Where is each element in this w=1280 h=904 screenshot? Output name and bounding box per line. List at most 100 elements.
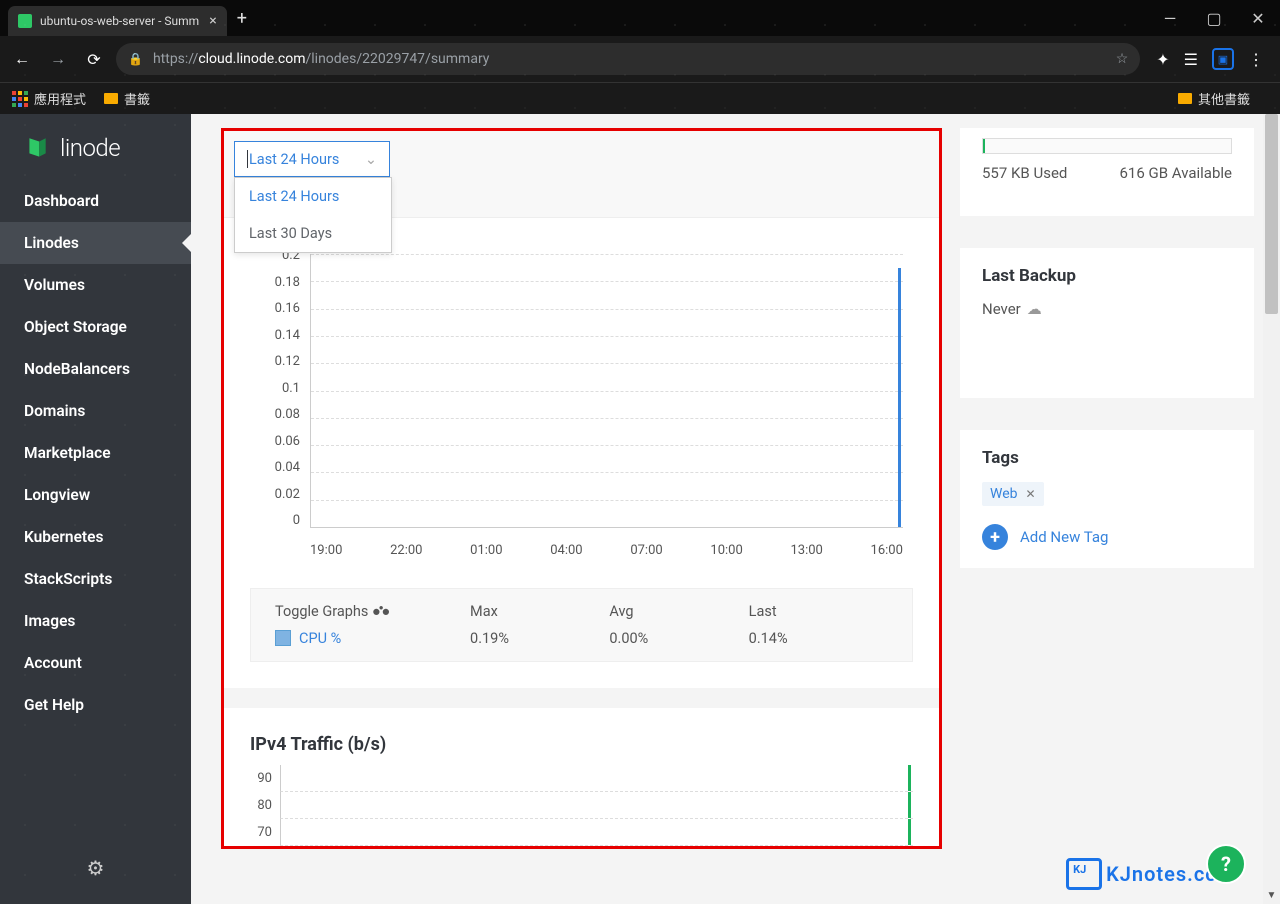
help-fab[interactable]: ?	[1206, 844, 1246, 884]
last-backup-heading: Last Backup	[982, 266, 1232, 286]
other-bookmarks[interactable]: 其他書籤	[1178, 89, 1250, 108]
col-last: Last	[749, 603, 888, 620]
sidebar-item-object-storage[interactable]: Object Storage	[0, 306, 191, 348]
scrollbar-thumb[interactable]	[1265, 114, 1278, 314]
time-option-24h[interactable]: Last 24 Hours	[235, 178, 391, 215]
browser-tab[interactable]: ubuntu-os-web-server - Summ ×	[8, 6, 227, 36]
y-tick: 0.12	[250, 354, 300, 369]
storage-card: 557 KB Used 616 GB Available	[960, 128, 1254, 216]
storage-available: 616 GB Available	[1119, 164, 1232, 182]
reading-list-icon[interactable]: ☰	[1184, 50, 1198, 69]
y-tick: 0.04	[250, 460, 300, 475]
url-protocol: https://	[153, 51, 198, 67]
lock-icon: 🔒	[128, 52, 143, 66]
y-tick: 0.02	[250, 487, 300, 502]
plus-icon: +	[982, 524, 1008, 550]
sidebar-item-volumes[interactable]: Volumes	[0, 264, 191, 306]
sidebar-item-linodes[interactable]: Linodes	[0, 222, 191, 264]
bookmark-folder[interactable]: 書籤	[104, 89, 150, 108]
time-range-value: Last 24 Hours	[247, 151, 339, 168]
storage-used: 557 KB Used	[982, 164, 1067, 182]
window-maximize[interactable]: ▢	[1192, 0, 1236, 36]
reload-button[interactable]: ⟳	[80, 50, 108, 69]
x-tick: 01:00	[470, 543, 502, 558]
time-range-select[interactable]: Last 24 Hours ⌄ Last 24 Hours Last 30 Da…	[234, 141, 390, 177]
chevron-down-icon: ⌄	[365, 151, 377, 168]
add-tag-label: Add New Tag	[1020, 528, 1108, 546]
address-bar[interactable]: 🔒 https://cloud.linode.com/linodes/22029…	[116, 43, 1140, 75]
window-close[interactable]: ✕	[1236, 0, 1280, 36]
vertical-scrollbar[interactable]: ▲ ▼	[1263, 114, 1280, 904]
add-tag-button[interactable]: + Add New Tag	[982, 524, 1232, 550]
cpu-avg: 0.00%	[609, 630, 748, 647]
sidebar-item-marketplace[interactable]: Marketplace	[0, 432, 191, 474]
x-tick: 19:00	[310, 543, 342, 558]
cloud-upload-icon[interactable]: ☁	[1027, 300, 1042, 318]
window-minimize[interactable]: —	[1148, 0, 1192, 36]
other-bookmarks-label: 其他書籤	[1198, 89, 1250, 108]
cpu-swatch[interactable]	[275, 630, 291, 646]
cpu-chart: 0.20.180.160.140.120.10.080.060.040.020 …	[250, 248, 913, 558]
y-tick: 0.1	[250, 381, 300, 396]
sidebar-item-dashboard[interactable]: Dashboard	[0, 180, 191, 222]
time-range-menu: Last 24 Hours Last 30 Days	[234, 177, 392, 253]
x-tick: 16:00	[871, 543, 903, 558]
apps-label: 應用程式	[34, 89, 86, 108]
apps-shortcut[interactable]: 應用程式	[12, 89, 86, 108]
extensions-icon[interactable]: ✦	[1156, 50, 1169, 69]
tab-title: ubuntu-os-web-server - Summ	[40, 14, 199, 28]
tags-card: Tags Web ✕ + Add New Tag	[960, 430, 1254, 568]
tag-label: Web	[990, 486, 1018, 502]
sidebar-item-longview[interactable]: Longview	[0, 474, 191, 516]
tag-web[interactable]: Web ✕	[982, 482, 1044, 506]
back-button[interactable]: ←	[8, 49, 36, 69]
logo[interactable]: linode	[0, 114, 191, 180]
y-tick: 0.14	[250, 328, 300, 343]
ipv4-y-70: 70	[250, 825, 280, 840]
x-tick: 13:00	[790, 543, 822, 558]
toggle-graphs-label: Toggle Graphs	[275, 603, 368, 620]
sidebar-item-kubernetes[interactable]: Kubernetes	[0, 516, 191, 558]
sidebar-item-nodebalancers[interactable]: NodeBalancers	[0, 348, 191, 390]
settings-gear-icon[interactable]: ⚙	[0, 832, 191, 904]
sidebar: linode DashboardLinodesVolumesObject Sto…	[0, 114, 191, 904]
sidebar-item-images[interactable]: Images	[0, 600, 191, 642]
y-tick: 0.18	[250, 275, 300, 290]
y-tick: 0	[250, 513, 300, 528]
bookmark-label: 書籤	[124, 89, 150, 108]
backup-value: Never	[982, 300, 1021, 318]
ipv4-y-80: 80	[250, 798, 280, 813]
sidebar-item-account[interactable]: Account	[0, 642, 191, 684]
ipv4-y-90: 90	[250, 771, 280, 786]
col-avg: Avg	[609, 603, 748, 620]
sidebar-item-get-help[interactable]: Get Help	[0, 684, 191, 726]
series-cpu-label[interactable]: CPU %	[299, 630, 341, 647]
last-backup-card: Last Backup Never ☁	[960, 248, 1254, 398]
sidebar-item-stackscripts[interactable]: StackScripts	[0, 558, 191, 600]
bookmark-star-icon[interactable]: ☆	[1116, 51, 1129, 67]
x-tick: 10:00	[710, 543, 742, 558]
url-path: /linodes/22029747/summary	[305, 51, 489, 67]
remove-tag-icon[interactable]: ✕	[1026, 487, 1036, 501]
cpu-last: 0.14%	[749, 630, 888, 647]
extension-button[interactable]: ▣	[1212, 48, 1234, 70]
y-tick: 0.16	[250, 301, 300, 316]
url-host: cloud.linode.com	[198, 51, 305, 67]
close-tab-icon[interactable]: ×	[209, 13, 216, 29]
storage-bar	[982, 138, 1232, 154]
col-max: Max	[470, 603, 609, 620]
x-tick: 04:00	[550, 543, 582, 558]
menu-icon[interactable]: ⋮	[1248, 50, 1264, 69]
tags-heading: Tags	[982, 448, 1232, 468]
ipv4-traffic-heading: IPv4 Traffic (b/s)	[224, 708, 939, 765]
logo-text: linode	[60, 134, 120, 162]
time-option-30d[interactable]: Last 30 Days	[235, 215, 391, 252]
new-tab-button[interactable]: +	[237, 8, 247, 29]
x-tick: 22:00	[390, 543, 422, 558]
y-tick: 0.06	[250, 434, 300, 449]
y-tick: 0.08	[250, 407, 300, 422]
ipv4-spike	[908, 765, 911, 791]
ipv4-chart: 90 80 70	[224, 765, 939, 846]
x-tick: 07:00	[630, 543, 662, 558]
sidebar-item-domains[interactable]: Domains	[0, 390, 191, 432]
